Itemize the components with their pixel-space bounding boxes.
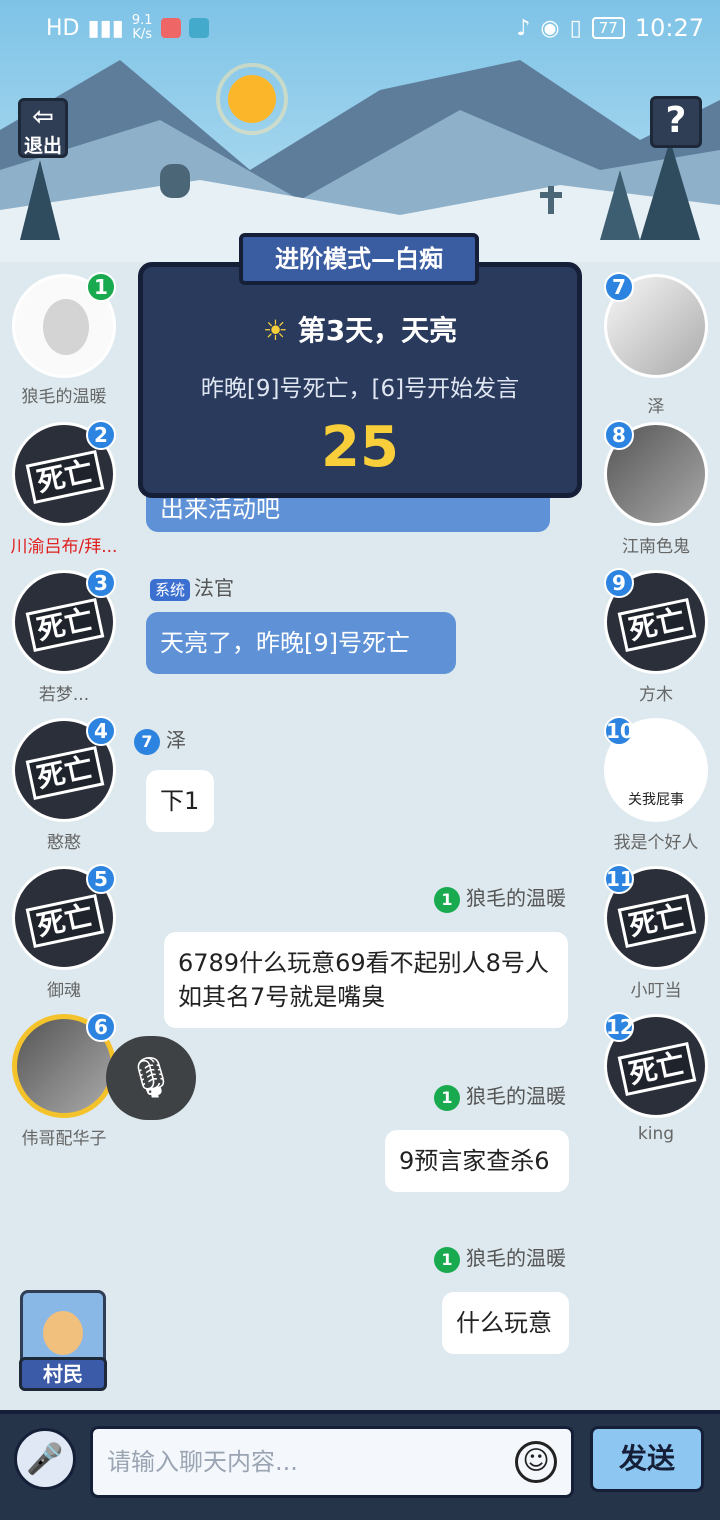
chat-bubble: 下1 bbox=[146, 770, 214, 832]
dead-stamp: 死亡 bbox=[617, 1041, 697, 1097]
player-name: 我是个好人 bbox=[613, 833, 699, 853]
headphone-icon: ♪ bbox=[516, 15, 531, 41]
player-name: 江南色鬼 bbox=[622, 537, 690, 557]
message-header: 1 狼毛的温暖 bbox=[434, 1080, 566, 1111]
player-seat-8[interactable]: 8 江南色鬼 bbox=[596, 420, 716, 557]
player-seat-10[interactable]: 关我屁事 10 我是个好人 bbox=[596, 716, 716, 853]
sender-name: 狼毛的温暖 bbox=[466, 1246, 566, 1270]
status-bar: HD ▮▮▮ 9.1 K/s ♪ ◉ ▯ 77 10:27 bbox=[0, 0, 720, 56]
countdown: 25 bbox=[321, 415, 399, 480]
day-label: ☀ 第3天，天亮 bbox=[262, 314, 458, 347]
sun-icon: ☀ bbox=[262, 314, 298, 347]
sender-seat: 1 bbox=[434, 1247, 460, 1273]
send-button[interactable]: 发送 bbox=[590, 1426, 704, 1492]
exit-label: 退出 bbox=[23, 135, 62, 157]
dead-stamp: 死亡 bbox=[25, 449, 105, 505]
sender-name: 法官 bbox=[194, 576, 235, 600]
player-name: 小叮当 bbox=[630, 981, 682, 1001]
emoji-icon[interactable]: ☺ bbox=[515, 1441, 557, 1483]
player-seat-9[interactable]: 死亡 9 方木 bbox=[596, 568, 716, 705]
dead-stamp: 死亡 bbox=[25, 597, 105, 653]
chat-bubble: 6789什么玩意69看不起别人8号人如其名7号就是嘴臭 bbox=[164, 932, 568, 1028]
message-header: 1 狼毛的温暖 bbox=[434, 1242, 566, 1273]
player-name: 伟哥配华子 bbox=[21, 1129, 107, 1149]
seat-number: 6 bbox=[86, 1012, 116, 1042]
sender-name: 狼毛的温暖 bbox=[466, 886, 566, 910]
eye-icon: ◉ bbox=[540, 15, 560, 41]
day-banner: 进阶模式—白痴 ☀ 第3天，天亮 昨晚[9]号死亡，[6]号开始发言 25 bbox=[138, 233, 582, 498]
seat-number: 2 bbox=[86, 420, 116, 450]
seat-number: 4 bbox=[86, 716, 116, 746]
floating-mic-icon[interactable]: 🎙 bbox=[106, 1036, 196, 1120]
app-icon-2 bbox=[188, 18, 209, 38]
seat-number: 8 bbox=[604, 420, 634, 450]
player-seat-2[interactable]: 死亡 2 川渝吕布/拜... bbox=[4, 420, 124, 557]
sender-seat: 7 bbox=[134, 729, 160, 755]
signal-icon: ▮▮▮ bbox=[87, 15, 124, 41]
app-icon-1 bbox=[160, 18, 181, 38]
voice-button[interactable]: 🎤 bbox=[14, 1428, 76, 1490]
player-name: 憨憨 bbox=[47, 833, 81, 853]
sender-seat: 1 bbox=[434, 1085, 460, 1111]
signal-label: HD bbox=[46, 15, 80, 41]
dead-stamp: 死亡 bbox=[617, 597, 697, 653]
player-name: king bbox=[637, 1124, 675, 1144]
vibrate-icon: ▯ bbox=[569, 15, 582, 41]
seat-number: 10 bbox=[604, 716, 634, 746]
sender-seat: 1 bbox=[434, 887, 460, 913]
player-name: 川渝吕布/拜... bbox=[10, 537, 118, 557]
role-label: 村民 bbox=[19, 1357, 107, 1391]
exit-button[interactable]: ⇦ 退出 bbox=[18, 98, 68, 158]
mode-title: 进阶模式—白痴 bbox=[239, 233, 479, 285]
seat-number: 3 bbox=[86, 568, 116, 598]
help-button[interactable]: ? bbox=[650, 96, 702, 148]
player-seat-11[interactable]: 死亡 11 小叮当 bbox=[596, 864, 716, 1001]
dead-stamp: 死亡 bbox=[617, 893, 697, 949]
player-name: 泽 bbox=[647, 397, 665, 417]
player-seat-4[interactable]: 死亡 4 憨憨 bbox=[4, 716, 124, 853]
seat-number: 12 bbox=[604, 1012, 634, 1042]
role-card[interactable]: 村民 bbox=[19, 1290, 107, 1391]
player-name: 若梦... bbox=[38, 685, 90, 705]
mic-icon: 🎤 bbox=[26, 1442, 64, 1477]
player-name: 方木 bbox=[639, 685, 673, 705]
player-name: 狼毛的温暖 bbox=[21, 387, 107, 407]
avatar-caption: 关我屁事 bbox=[628, 792, 684, 808]
player-seat-3[interactable]: 死亡 3 若梦... bbox=[4, 568, 124, 705]
chat-input[interactable]: 请输入聊天内容... ☺ bbox=[90, 1426, 574, 1498]
seat-number: 11 bbox=[604, 864, 634, 894]
player-seat-1[interactable]: 1 狼毛的温暖 bbox=[4, 272, 124, 407]
player-seat-7[interactable]: 7 泽 bbox=[596, 272, 716, 417]
message-header: 1 狼毛的温暖 bbox=[434, 882, 566, 913]
player-name: 御魂 bbox=[47, 981, 81, 1001]
system-tag: 系统 bbox=[150, 579, 191, 601]
net-speed: 9.1 K/s bbox=[131, 13, 153, 42]
sender-name: 狼毛的温暖 bbox=[466, 1084, 566, 1108]
dead-stamp: 死亡 bbox=[25, 893, 105, 949]
clock: 10:27 bbox=[634, 14, 704, 42]
input-bar: 🎤 请输入聊天内容... ☺ 发送 bbox=[0, 1410, 720, 1520]
seat-number: 7 bbox=[604, 272, 634, 302]
message-header: 系统 法官 bbox=[150, 572, 234, 601]
message-header: 7泽 bbox=[134, 724, 186, 755]
exit-icon: ⇦ bbox=[32, 102, 54, 132]
villager-icon bbox=[43, 1311, 83, 1355]
seat-number: 9 bbox=[604, 568, 634, 598]
seat-number: 5 bbox=[86, 864, 116, 894]
sender-name: 泽 bbox=[166, 728, 186, 752]
player-seat-5[interactable]: 死亡 5 御魂 bbox=[4, 864, 124, 1001]
chat-bubble: 什么玩意 bbox=[442, 1292, 569, 1354]
seat-number: 1 bbox=[86, 272, 116, 302]
banner-message: 昨晚[9]号死亡，[6]号开始发言 bbox=[200, 376, 520, 402]
chat-bubble: 天亮了，昨晚[9]号死亡 bbox=[146, 612, 456, 674]
input-placeholder: 请输入聊天内容... bbox=[107, 1448, 298, 1476]
dead-stamp: 死亡 bbox=[25, 745, 105, 801]
battery-indicator: 77 bbox=[591, 17, 625, 39]
player-seat-12[interactable]: 死亡 12 king bbox=[596, 1012, 716, 1144]
chat-bubble: 9预言家查杀6 bbox=[385, 1130, 569, 1192]
